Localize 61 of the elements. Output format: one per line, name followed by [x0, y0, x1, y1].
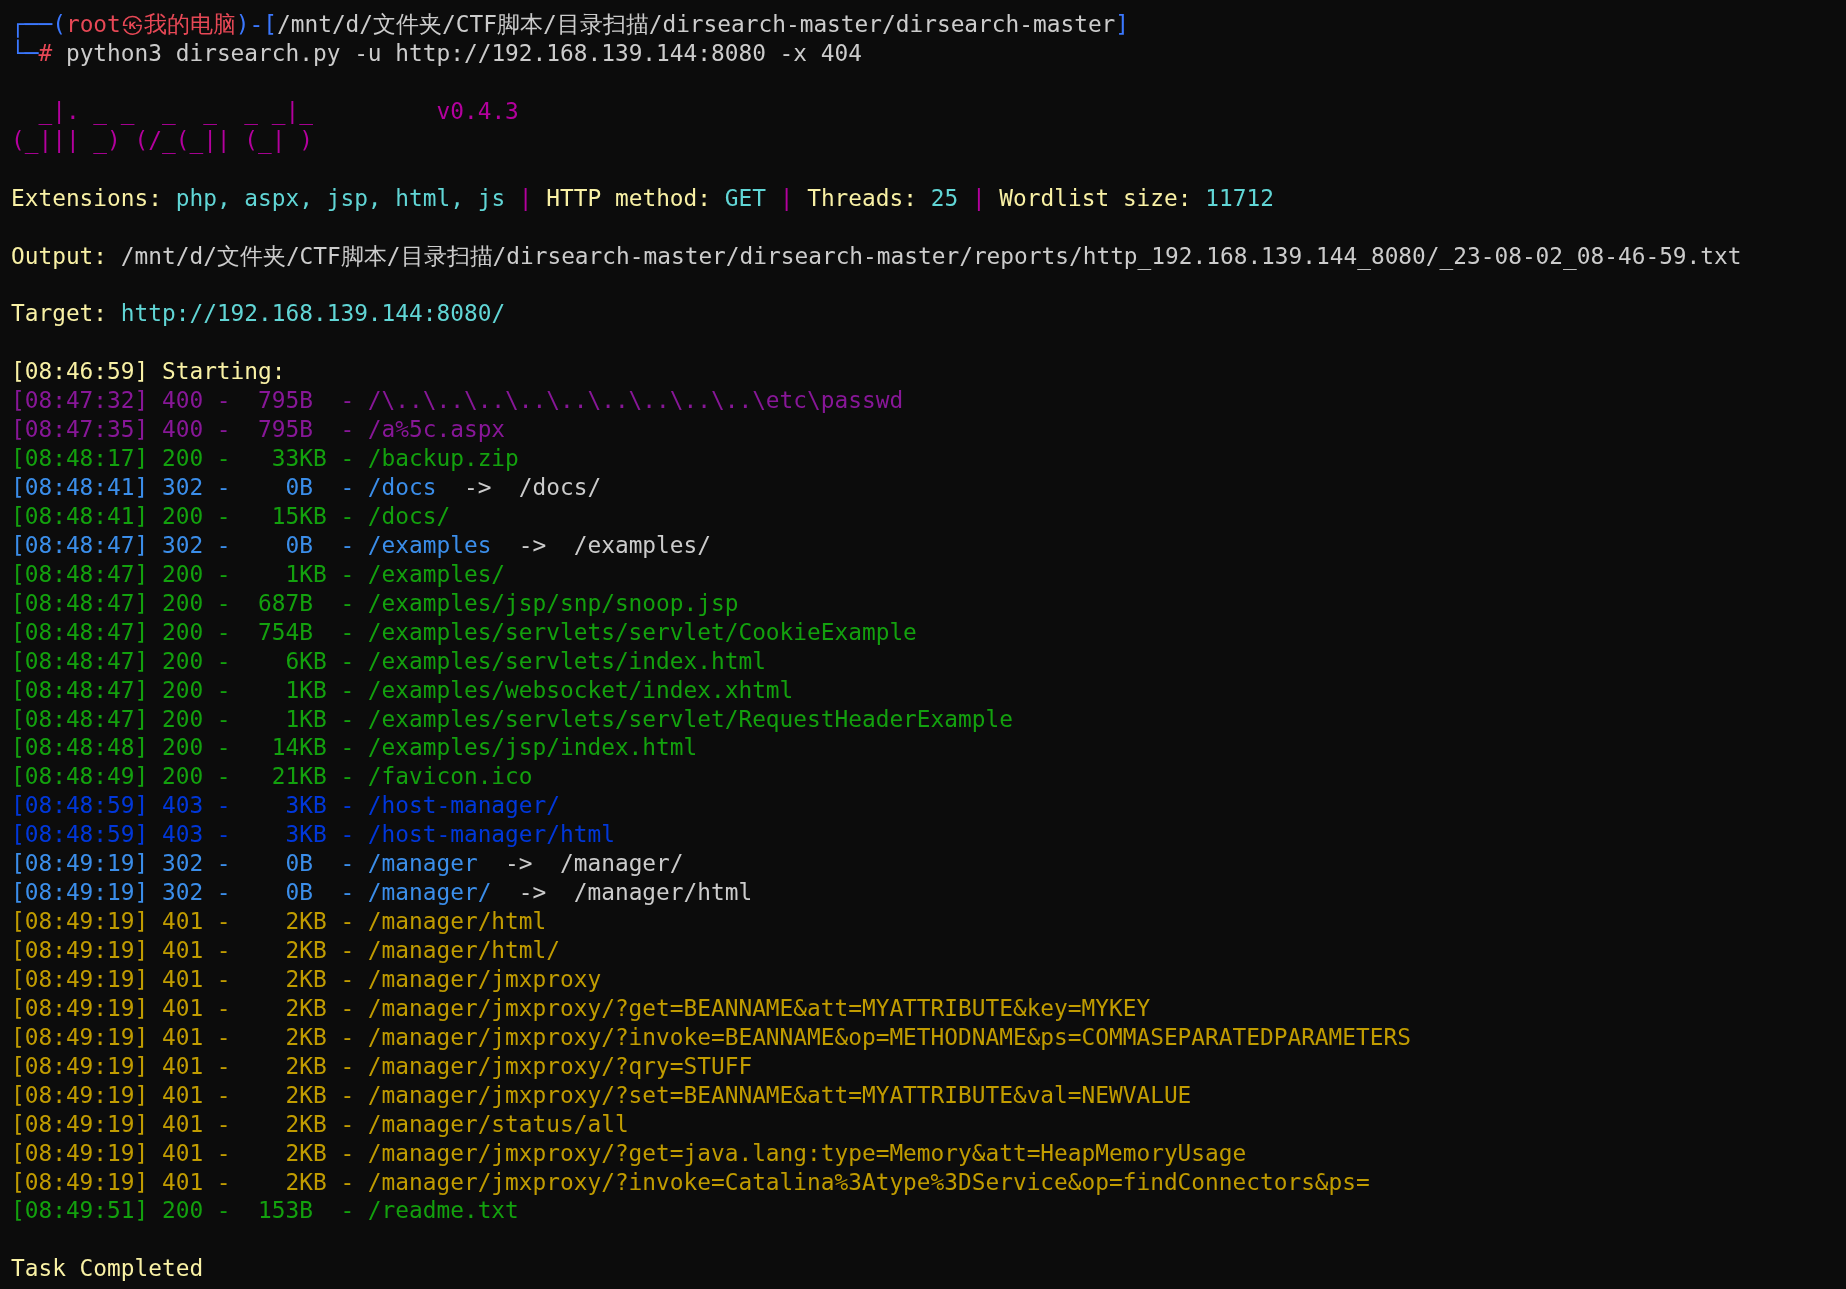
- command-text: python3 dirsearch.py -u http://192.168.139.144:8080 -x 404: [64, 38, 862, 68]
- config-value: 25: [929, 183, 959, 213]
- log-line: [08:48:49] 200 - 21KB - /favicon.ico: [11, 762, 533, 792]
- prompt-frame: └─: [11, 38, 39, 68]
- log-line: [08:49:19] 302 - 0B - /manager/: [11, 878, 492, 908]
- log-line: [08:48:47] 200 - 1KB - /examples/: [11, 559, 506, 589]
- log-line: [08:49:19] 401 - 2KB - /manager/jmxproxy: [11, 964, 602, 994]
- log-line: [08:49:19] 401 - 2KB - /manager/jmxproxy/?invoke=BEANNAME&op=METHODNAME&ps=COMMASEPARATEDPARAMETERS: [11, 1022, 1411, 1052]
- log-line: [08:49:19] 401 - 2KB - /manager/jmxproxy/?set=BEANNAME&att=MYATTRIBUTE&val=NEWVALUE: [11, 1080, 1192, 1110]
- prompt-frame: ┌──(: [11, 10, 66, 39]
- log-line: [08:49:19] 401 - 2KB - /manager/html: [11, 907, 547, 936]
- log-line: [08:48:47] 200 - 1KB - /examples/servlets/servlet/RequestHeaderExample: [11, 704, 1013, 734]
- log-line: [08:48:47] 302 - 0B - /examples: [11, 530, 492, 560]
- log-line: [08:48:41] 200 - 15KB - /docs/: [11, 501, 451, 531]
- log-line: [08:49:19] 401 - 2KB - /manager/jmxproxy/?get=BEANNAME&att=MYATTRIBUTE&key=MYKEY: [11, 993, 1151, 1023]
- redirect-target: -> /docs/: [462, 473, 602, 502]
- log-line: [08:49:19] 401 - 2KB - /manager/jmxproxy/?qry=STUFF: [11, 1051, 753, 1081]
- output-path: /mnt/d/文件夹/CTF脚本/目录扫描/dirsearch-master/dirsearch-master/reports/http_192.168.139.144_8080/_23-08-02_08-46-59.txt: [119, 241, 1742, 271]
- redirect-target: -> /manager/html: [517, 878, 753, 908]
- prompt-path: /mnt/d/文件夹/CTF脚本/目录扫描/dirsearch-master/dirsearch-master: [277, 10, 1116, 39]
- log-line: [08:48:41] 302 - 0B - /docs: [11, 473, 437, 502]
- log-line: [08:49:19] 401 - 2KB - /manager/jmxproxy/?get=java.lang:type=Memory&att=HeapMemoryUsage: [11, 1138, 1247, 1168]
- log-line: [08:48:47] 200 - 754B - /examples/servlets/servlet/CookieExample: [11, 617, 917, 647]
- prompt-symbol: #: [38, 39, 53, 68]
- config-separator: |: [970, 183, 987, 213]
- log-line: [08:49:19] 401 - 2KB - /manager/html/: [11, 936, 560, 965]
- config-separator: |: [517, 183, 534, 213]
- prompt-frame: ]: [1115, 10, 1130, 39]
- config-value: 11712: [1204, 183, 1274, 213]
- log-line: [08:48:48] 200 - 14KB - /examples/jsp/index.html: [11, 733, 698, 763]
- log-line: [08:47:35] 400 - 795B - /a%5c.aspx: [11, 415, 506, 445]
- log-line: [08:48:47] 200 - 687B - /examples/jsp/snp/snoop.jsp: [11, 588, 739, 618]
- config-label: Extensions:: [11, 183, 162, 213]
- log-line: [08:49:19] 401 - 2KB - /manager/jmxproxy/?invoke=Catalina%3Atype%3DService&op=findConnectors&ps=: [11, 1167, 1370, 1197]
- completion-message: Task Completed: [11, 1254, 204, 1284]
- prompt-frame: )-[: [235, 10, 277, 39]
- log-line: [08:48:17] 200 - 33KB - /backup.zip: [11, 444, 519, 473]
- log-line: [08:49:51] 200 - 153B - /readme.txt: [11, 1196, 519, 1226]
- log-line: [08:48:47] 200 - 6KB - /examples/servlets/index.html: [11, 646, 766, 676]
- ascii-logo-line: (_||| _) (/_(_|| (_| ): [11, 125, 313, 155]
- redirect-target: -> /examples/: [517, 530, 711, 560]
- config-label: Threads:: [807, 183, 917, 213]
- config-label: HTTP method:: [546, 183, 712, 213]
- redirect-target: -> /manager/: [504, 849, 684, 879]
- target-label: Target:: [11, 299, 108, 329]
- config-separator: |: [778, 183, 795, 213]
- start-message: [08:46:59] Starting:: [11, 357, 286, 387]
- config-label: Wordlist size:: [999, 183, 1192, 213]
- log-line: [08:48:59] 403 - 3KB - /host-manager/html: [11, 820, 615, 850]
- log-line: [08:48:59] 403 - 3KB - /host-manager/: [11, 791, 560, 821]
- config-value: php, aspx, jsp, html, js: [174, 183, 506, 213]
- log-line: [08:49:19] 302 - 0B - /manager: [11, 849, 478, 879]
- log-line: [08:48:47] 200 - 1KB - /examples/websocket/index.xhtml: [11, 675, 794, 705]
- target-url: http://192.168.139.144:8080/: [119, 299, 506, 329]
- log-line: [08:49:19] 401 - 2KB - /manager/status/all: [11, 1109, 629, 1139]
- prompt-user: root㉿我的电脑: [65, 10, 236, 39]
- config-value: GET: [723, 183, 766, 213]
- ascii-logo-line: _|. _ _ _ _ _ _|_: [37, 96, 313, 126]
- output-label: Output:: [11, 241, 108, 271]
- version-text: v0.4.3: [435, 96, 519, 126]
- log-line: [08:47:32] 400 - 795B - /\..\..\..\..\..\..\..\..\..\etc\passwd: [11, 386, 904, 416]
